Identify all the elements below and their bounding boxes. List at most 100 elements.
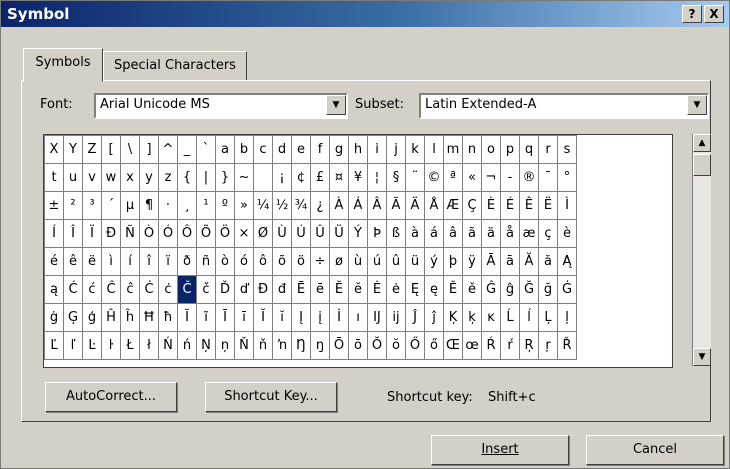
symbol-cell[interactable]: d: [272, 135, 292, 164]
symbol-cell[interactable]: X: [44, 135, 64, 164]
symbol-cell[interactable]: b: [234, 135, 254, 164]
symbol-cell[interactable]: ħ: [158, 303, 178, 332]
symbol-cell[interactable]: \: [120, 135, 140, 164]
symbol-cell[interactable]: ĕ: [348, 275, 368, 304]
symbol-cell[interactable]: Ē: [291, 275, 311, 304]
symbol-cell[interactable]: ĳ: [386, 303, 406, 332]
symbol-cell[interactable]: ú: [367, 247, 387, 276]
title-bar[interactable]: Symbol ? X: [1, 1, 729, 27]
symbol-cell[interactable]: µ: [120, 191, 140, 220]
symbol-cell[interactable]: Å: [424, 191, 444, 220]
symbol-cell[interactable]: đ: [272, 275, 292, 304]
symbol-cell[interactable]: ď: [234, 275, 254, 304]
symbol-cell[interactable]: ¢: [291, 163, 311, 192]
symbol-cell[interactable]: Ê: [519, 191, 539, 220]
symbol-cell[interactable]: ł: [139, 331, 159, 360]
symbol-cell[interactable]: ò: [215, 247, 235, 276]
symbol-cell[interactable]: ŗ: [538, 331, 558, 360]
symbol-cell[interactable]: Ł: [120, 331, 140, 360]
symbol-cell[interactable]: Ã: [386, 191, 406, 220]
symbol-cell[interactable]: č: [196, 275, 216, 304]
symbol-cell[interactable]: ě: [462, 275, 482, 304]
symbol-cell[interactable]: ņ: [215, 331, 235, 360]
symbol-cell[interactable]: ¹: [196, 191, 216, 220]
symbol-cell[interactable]: «: [462, 163, 482, 192]
autocorrect-button[interactable]: AutoCorrect...: [45, 382, 177, 412]
symbol-cell[interactable]: ý: [424, 247, 444, 276]
font-dropdown-chevron-icon[interactable]: ▼: [326, 95, 346, 115]
symbol-cell[interactable]: ĭ: [272, 303, 292, 332]
symbol-cell[interactable]: m: [443, 135, 463, 164]
symbol-cell[interactable]: Ħ: [139, 303, 159, 332]
symbol-cell[interactable]: Œ: [443, 331, 463, 360]
symbol-cell[interactable]: ċ: [158, 275, 178, 304]
symbol-cell[interactable]: ÷: [310, 247, 330, 276]
symbol-cell[interactable]: ĩ: [196, 303, 216, 332]
symbol-cell[interactable]: ć: [82, 275, 102, 304]
symbol-cell[interactable]: Ô: [177, 219, 197, 248]
symbol-cell[interactable]: à: [405, 219, 425, 248]
symbol-cell[interactable]: Ą: [557, 247, 577, 276]
symbol-cell[interactable]: ø: [329, 247, 349, 276]
symbol-cell[interactable]: ļ: [557, 303, 577, 332]
symbol-cell[interactable]: Â: [367, 191, 387, 220]
symbol-cell[interactable]: {: [177, 163, 197, 192]
symbol-cell[interactable]: ª: [443, 163, 463, 192]
symbol-cell[interactable]: Ŋ: [291, 331, 311, 360]
symbol-cell[interactable]: Ģ: [63, 303, 83, 332]
symbol-cell[interactable]: ñ: [196, 247, 216, 276]
symbol-cell[interactable]: Ì: [557, 191, 577, 220]
symbol-cell[interactable]: ê: [63, 247, 83, 276]
symbol-cell[interactable]: Ð: [101, 219, 121, 248]
symbol-cell[interactable]: ŏ: [386, 331, 406, 360]
symbol-cell[interactable]: a: [215, 135, 235, 164]
symbol-cell[interactable]: ë: [82, 247, 102, 276]
symbol-cell[interactable]: ĝ: [500, 275, 520, 304]
symbol-cell[interactable]: ¶: [139, 191, 159, 220]
symbol-cell[interactable]: Ñ: [120, 219, 140, 248]
symbol-cell[interactable]: Ú: [291, 219, 311, 248]
subset-select[interactable]: Latin Extended-A ▼: [419, 93, 709, 119]
scroll-thumb[interactable]: [693, 154, 711, 176]
symbol-cell[interactable]: q: [519, 135, 539, 164]
symbol-cell[interactable]: Ŗ: [519, 331, 539, 360]
symbol-cell[interactable]: Ň: [234, 331, 254, 360]
symbol-cell[interactable]: Ķ: [443, 303, 463, 332]
symbol-cell[interactable]: Î: [63, 219, 83, 248]
symbol-cell[interactable]: ¨: [405, 163, 425, 192]
tab-symbols[interactable]: Symbols: [23, 48, 103, 82]
symbol-cell[interactable]: û: [386, 247, 406, 276]
symbol-cell[interactable]: Ğ: [519, 275, 539, 304]
symbol-cell[interactable]: º: [215, 191, 235, 220]
symbol-cell[interactable]: ½: [272, 191, 292, 220]
symbol-cell[interactable]: Ę: [405, 275, 425, 304]
symbol-cell[interactable]: ð: [177, 247, 197, 276]
symbol-cell[interactable]: Û: [310, 219, 330, 248]
symbol-cell[interactable]: l: [424, 135, 444, 164]
scroll-down-arrow-icon[interactable]: ▼: [693, 348, 711, 366]
symbol-cell[interactable]: ä: [481, 219, 501, 248]
symbol-cell[interactable]: ¦: [367, 163, 387, 192]
symbol-cell[interactable]: į: [310, 303, 330, 332]
symbol-cell[interactable]: §: [386, 163, 406, 192]
insert-button[interactable]: Insert: [431, 435, 569, 465]
symbol-cell[interactable]: Ŀ: [82, 331, 102, 360]
symbol-cell[interactable]: œ: [462, 331, 482, 360]
symbol-cell[interactable]: ¬: [481, 163, 501, 192]
symbol-cell[interactable]: ŉ: [272, 331, 292, 360]
symbol-cell[interactable]: ĺ: [519, 303, 539, 332]
symbol-cell[interactable]: è: [557, 219, 577, 248]
symbol-cell[interactable]: ù: [348, 247, 368, 276]
symbol-cell[interactable]: ·: [158, 191, 178, 220]
symbol-cell[interactable]: Ő: [405, 331, 425, 360]
symbol-cell[interactable]: Ĉ: [101, 275, 121, 304]
cancel-button[interactable]: Cancel: [586, 435, 724, 465]
symbol-cell[interactable]: y: [139, 163, 159, 192]
symbol-cell[interactable]: ¿: [310, 191, 330, 220]
symbol-cell[interactable]: ı: [348, 303, 368, 332]
symbol-cell[interactable]: e: [291, 135, 311, 164]
symbol-cell[interactable]: ^: [158, 135, 178, 164]
symbol-cell[interactable]: ´: [101, 191, 121, 220]
symbol-cell[interactable]: Ò: [139, 219, 159, 248]
symbol-cell[interactable]: Ī: [215, 303, 235, 332]
